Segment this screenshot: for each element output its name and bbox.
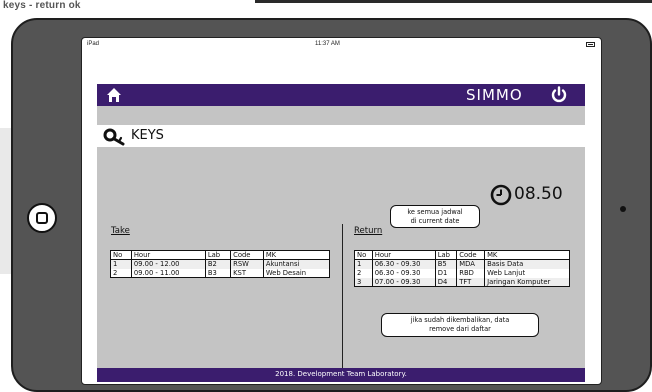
section-divider — [342, 224, 343, 380]
table-cell: KST — [230, 268, 264, 278]
table-row[interactable]: 2 06.30 - 09.30 D1 RBD Web Lanjut — [354, 268, 570, 278]
table-cell: 1 — [354, 259, 373, 269]
status-time: 11:37 AM — [315, 41, 340, 47]
app-header: SIMMO — [97, 84, 585, 106]
table-row[interactable]: 1 09.00 - 12.00 B2 RSW Akuntansi — [110, 259, 331, 269]
tablet-frame: iPad 11:37 AM SIMMO KEYS 08.50 ke semua … — [11, 18, 652, 392]
table-cell: 3 — [354, 277, 373, 287]
table-cell: 09.00 - 11.00 — [131, 268, 206, 278]
column-header: Hour — [372, 250, 436, 260]
key-icon — [103, 128, 125, 146]
table-cell: 09.00 - 12.00 — [131, 259, 206, 269]
screenshot-caption: keys - return ok — [3, 0, 81, 11]
return-table: No Hour Lab Code MK 1 06.30 - 09.30 B5 M… — [354, 250, 570, 287]
page-title-bar: KEYS — [97, 125, 585, 147]
window-top-edge — [0, 0, 652, 3]
column-header: No — [354, 250, 373, 260]
take-section-title: Take — [111, 226, 130, 236]
table-cell: Jaringan Komputer — [484, 277, 570, 287]
table-cell: Basis Data — [484, 259, 570, 269]
table-cell: 2 — [110, 268, 132, 278]
app-title: SIMMO — [466, 86, 523, 104]
time-callout: ke semua jadwal di current date — [390, 205, 480, 228]
table-header-row: No Hour Lab Code MK — [110, 250, 331, 260]
callout-text: remove dari daftar — [429, 325, 491, 333]
column-header: Hour — [131, 250, 206, 260]
table-cell: B3 — [205, 268, 232, 278]
page-title: KEYS — [131, 128, 164, 143]
tablet-screen: iPad 11:37 AM SIMMO KEYS 08.50 ke semua … — [81, 37, 602, 385]
app-footer: 2018. Development Team Laboratory. — [97, 368, 585, 382]
table-cell: D1 — [435, 268, 458, 278]
device-camera — [620, 206, 626, 212]
callout-text: jika sudah dikembalikan, data — [410, 316, 510, 324]
column-header: No — [110, 250, 132, 260]
table-cell: B2 — [205, 259, 232, 269]
table-row[interactable]: 3 07.00 - 09.30 D4 TFT Jaringan Komputer — [354, 277, 570, 287]
table-cell: Web Lanjut — [484, 268, 570, 278]
column-header: MK — [263, 250, 331, 260]
callout-text: ke semua jadwal — [407, 208, 463, 216]
current-time: 08.50 — [514, 184, 563, 204]
battery-icon — [586, 42, 595, 47]
table-cell: 2 — [354, 268, 373, 278]
status-carrier: iPad — [87, 41, 100, 47]
table-row[interactable]: 1 06.30 - 09.30 B5 MDA Basis Data — [354, 259, 570, 269]
return-callout: jika sudah dikembalikan, data remove dar… — [381, 313, 539, 337]
column-header: Code — [456, 250, 486, 260]
table-cell: 1 — [110, 259, 132, 269]
take-table: No Hour Lab Code MK 1 09.00 - 12.00 B2 R… — [110, 250, 331, 278]
return-section-title: Return — [354, 226, 383, 236]
footer-text: 2018. Development Team Laboratory. — [275, 370, 407, 378]
home-icon[interactable] — [106, 87, 122, 103]
table-cell: 07.00 - 09.30 — [372, 277, 436, 287]
table-cell: RSW — [230, 259, 264, 269]
device-home-button[interactable] — [27, 203, 57, 233]
clock-icon — [490, 184, 512, 206]
callout-text: di current date — [410, 217, 460, 225]
table-cell: 06.30 - 09.30 — [372, 259, 436, 269]
table-cell: Akuntansi — [263, 259, 331, 269]
table-cell: D4 — [435, 277, 458, 287]
table-cell: TFT — [456, 277, 486, 287]
column-header: Lab — [205, 250, 232, 260]
table-header-row: No Hour Lab Code MK — [354, 250, 570, 260]
power-icon[interactable] — [550, 86, 568, 104]
status-bar: iPad 11:37 AM — [82, 38, 601, 52]
table-cell: B5 — [435, 259, 458, 269]
table-cell: RBD — [456, 268, 486, 278]
column-header: MK — [484, 250, 570, 260]
table-cell: 06.30 - 09.30 — [372, 268, 436, 278]
column-header: Code — [230, 250, 264, 260]
table-row[interactable]: 2 09.00 - 11.00 B3 KST Web Desain — [110, 268, 331, 278]
table-cell: Web Desain — [263, 268, 331, 278]
column-header: Lab — [435, 250, 458, 260]
table-cell: MDA — [456, 259, 486, 269]
